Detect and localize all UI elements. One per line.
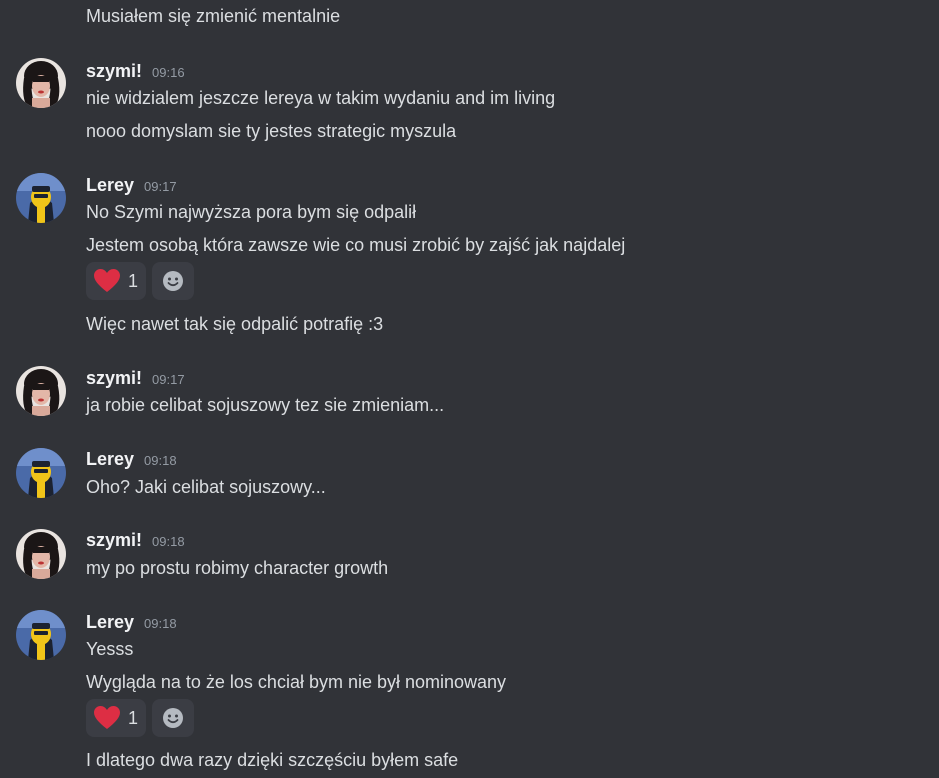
avatar-szymi[interactable]	[16, 529, 66, 579]
heart-emoji-icon	[94, 269, 120, 292]
heart-emoji-icon	[94, 706, 120, 729]
username[interactable]: szymi!	[86, 367, 142, 389]
username[interactable]: Lerey	[86, 611, 134, 633]
timestamp[interactable]: 09:17	[144, 176, 177, 198]
timestamp[interactable]: 09:17	[152, 369, 185, 391]
avatar-lerey[interactable]	[16, 448, 66, 498]
message-text: Musiałem się zmienić mentalnie	[86, 6, 341, 26]
avatar-lerey[interactable]	[16, 173, 66, 223]
username[interactable]: Lerey	[86, 448, 134, 470]
reaction-count: 1	[128, 271, 139, 291]
message-text: ja robie celibat sojuszowy tez sie zmien…	[86, 395, 445, 415]
message-text: Więc nawet tak się odpalić potrafię :3	[86, 314, 384, 334]
avatar-image	[16, 58, 66, 108]
avatar-image	[16, 448, 66, 498]
avatar-szymi[interactable]	[16, 366, 66, 416]
avatar-image	[16, 529, 66, 579]
timestamp[interactable]: 09:16	[152, 62, 185, 84]
reactions-bar: 1	[86, 262, 195, 300]
message-text: Yesss	[86, 639, 134, 659]
message-header: szymi! 09:17	[86, 367, 185, 391]
message-text: I dlatego dwa razy dzięki szczęściu byłe…	[86, 750, 459, 770]
message-text: nooo domyslam sie ty jestes strategic my…	[86, 121, 457, 141]
username[interactable]: szymi!	[86, 60, 142, 82]
avatar-szymi[interactable]	[16, 58, 66, 108]
message-text: nie widzialem jeszcze lereya w takim wyd…	[86, 88, 556, 108]
timestamp[interactable]: 09:18	[144, 450, 177, 472]
message-text: Wygląda na to że los chciał bym nie był …	[86, 672, 507, 692]
avatar-lerey[interactable]	[16, 610, 66, 660]
add-reaction-smiley-icon	[163, 271, 184, 291]
add-reaction-button[interactable]	[152, 699, 195, 737]
timestamp[interactable]: 09:18	[152, 531, 185, 553]
message-header: Lerey 09:17	[86, 174, 177, 198]
avatar-image	[16, 366, 66, 416]
message-header: Lerey 09:18	[86, 611, 177, 635]
avatar-image	[16, 610, 66, 660]
avatar-image	[16, 173, 66, 223]
heart-reaction[interactable]: 1	[86, 699, 147, 737]
heart-reaction[interactable]: 1	[86, 262, 147, 300]
message-text: Jestem osobą która zawsze wie co musi zr…	[86, 235, 626, 255]
reactions-bar: 1	[86, 699, 195, 737]
message-text: No Szymi najwyższa pora bym się odpalił	[86, 202, 417, 222]
message-header: Lerey 09:18	[86, 448, 177, 472]
message-text: Oho? Jaki celibat sojuszowy...	[86, 477, 326, 497]
message-header: szymi! 09:18	[86, 529, 185, 553]
message-text: my po prostu robimy character growth	[86, 558, 389, 578]
username[interactable]: szymi!	[86, 529, 142, 551]
reaction-count: 1	[128, 708, 139, 728]
username[interactable]: Lerey	[86, 174, 134, 196]
chat-message-list: Musiałem się zmienić mentalnie szymi! 09…	[0, 0, 939, 778]
message-header: szymi! 09:16	[86, 60, 185, 84]
timestamp[interactable]: 09:18	[144, 613, 177, 635]
add-reaction-button[interactable]	[152, 262, 195, 300]
add-reaction-smiley-icon	[163, 708, 184, 728]
